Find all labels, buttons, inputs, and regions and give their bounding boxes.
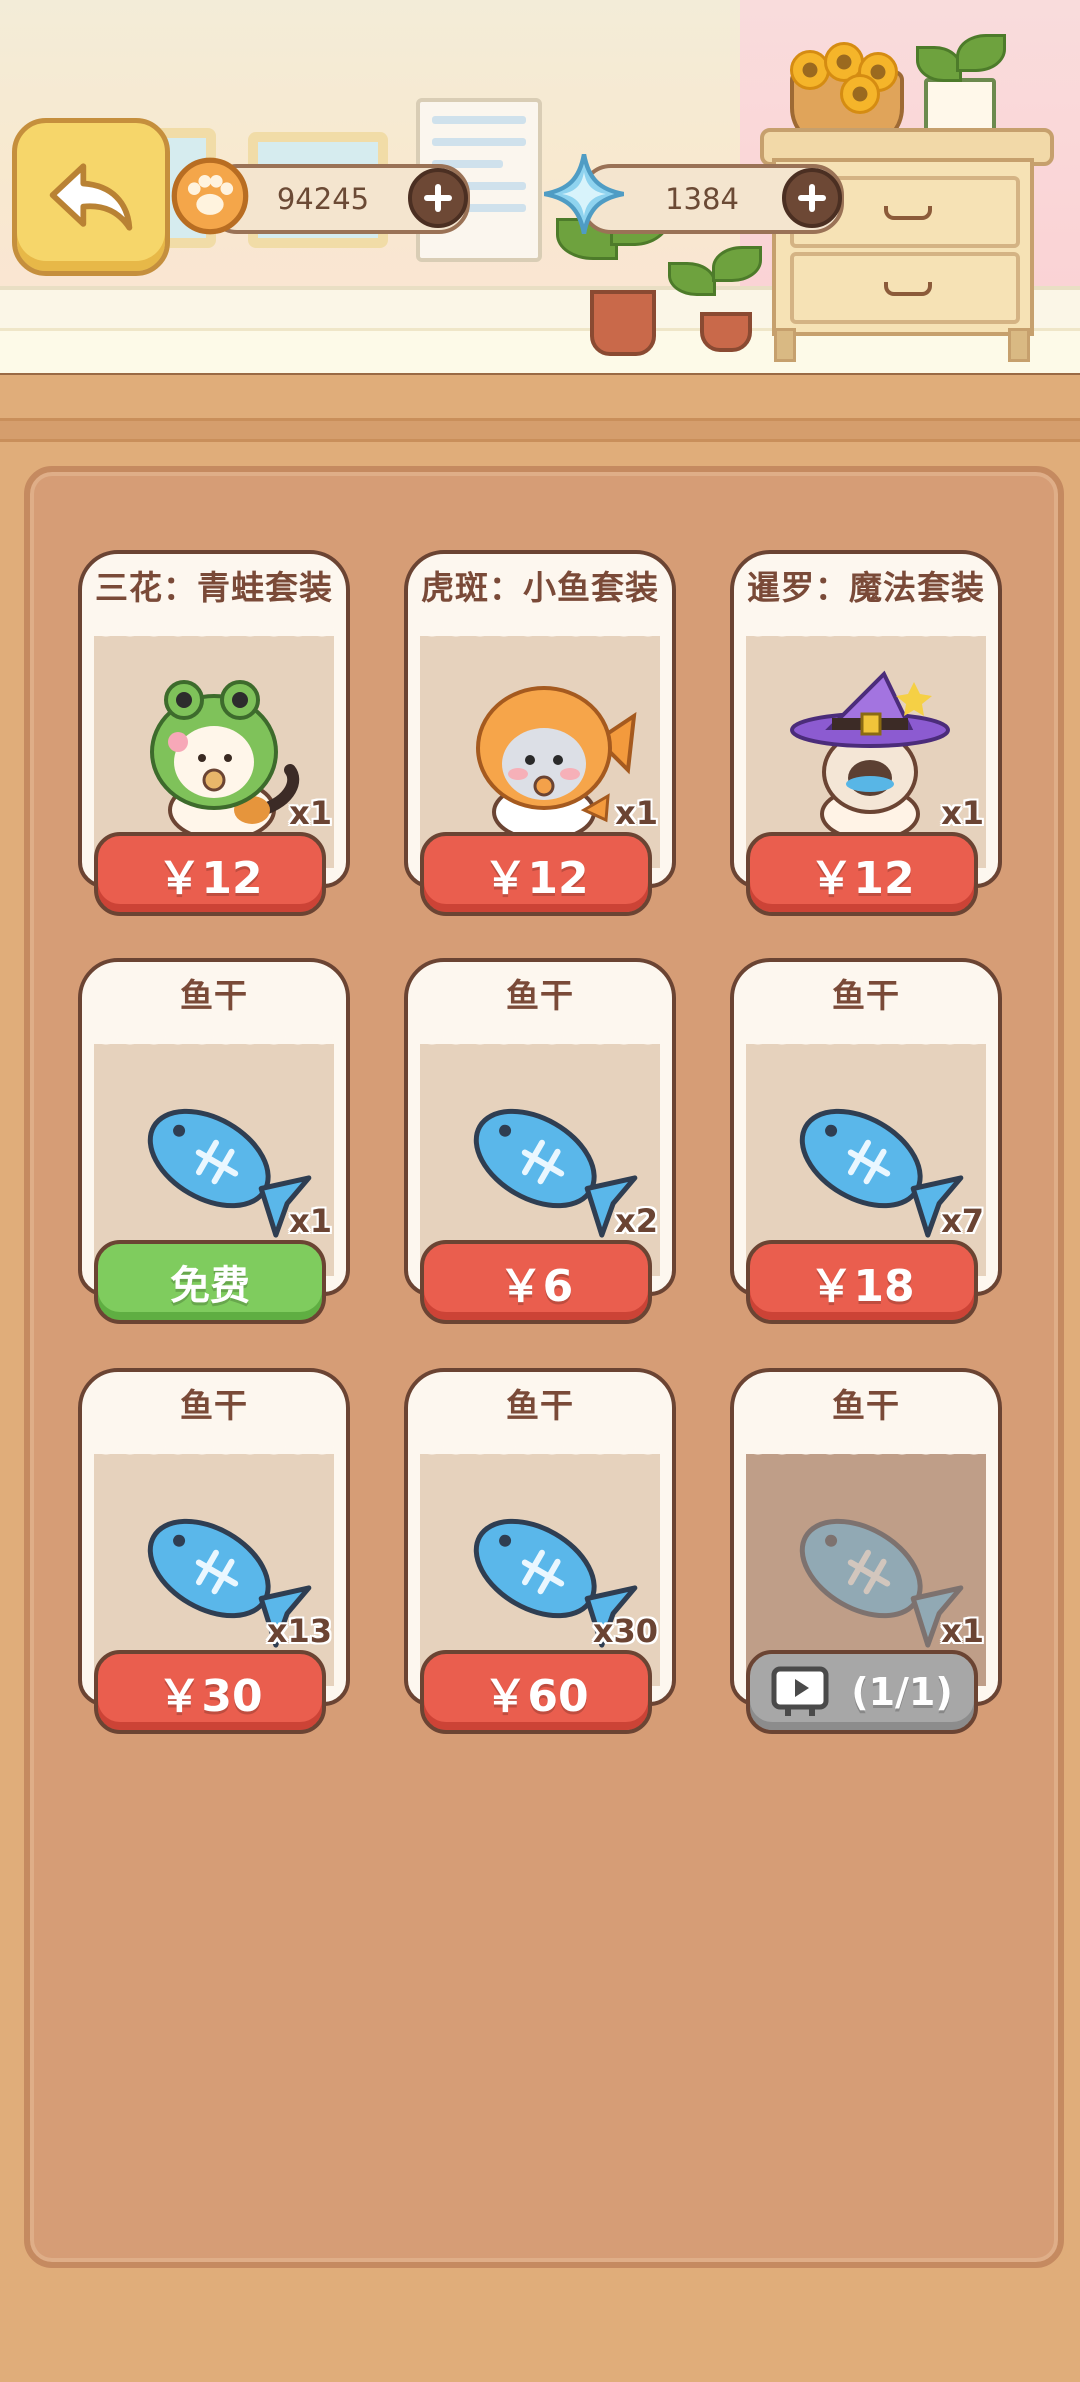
price-label: ￥12 xyxy=(157,853,263,904)
buy-button[interactable]: ￥30 xyxy=(94,1650,326,1734)
add-paw-coins-button[interactable] xyxy=(408,168,468,228)
buy-button[interactable]: ￥12 xyxy=(420,832,652,916)
price-label: ￥60 xyxy=(483,1671,589,1722)
watch-ad-button[interactable]: (1/1) xyxy=(746,1650,978,1734)
item-quantity: x1 xyxy=(941,794,984,832)
dried-fish-icon xyxy=(473,1108,638,1238)
price-label: ￥18 xyxy=(809,1261,915,1312)
back-button[interactable] xyxy=(12,118,170,276)
buy-button[interactable]: ￥12 xyxy=(746,832,978,916)
section-divider xyxy=(0,418,1080,442)
frog-costume-cat-icon xyxy=(150,680,300,842)
price-label: 免费 xyxy=(170,1263,250,1309)
ad-count-label: (1/1) xyxy=(851,1670,953,1714)
price-label: ￥12 xyxy=(483,853,589,904)
paw-coin-value: 94245 xyxy=(276,182,370,216)
item-quantity: x1 xyxy=(615,794,658,832)
item-quantity: x2 xyxy=(615,1202,658,1240)
price-label: ￥6 xyxy=(498,1261,574,1312)
item-quantity: x13 xyxy=(266,1612,332,1650)
video-ad-icon xyxy=(771,1666,829,1716)
back-arrow-icon xyxy=(49,163,133,231)
fish-costume-cat-icon xyxy=(476,686,637,842)
paw-coin-icon xyxy=(168,154,252,238)
item-quantity: x30 xyxy=(592,1612,658,1650)
gem-icon xyxy=(540,150,628,238)
item-title: 暹罗：魔法套装 xyxy=(747,568,985,607)
gem-value: 1384 xyxy=(665,182,739,216)
item-quantity: x1 xyxy=(289,1202,332,1240)
buy-button[interactable]: ￥12 xyxy=(94,832,326,916)
item-title: 鱼干 xyxy=(832,1386,900,1425)
buy-button[interactable]: ￥18 xyxy=(746,1240,978,1324)
item-title: 鱼干 xyxy=(832,976,900,1015)
item-title: 鱼干 xyxy=(180,976,248,1015)
item-quantity: x7 xyxy=(941,1202,984,1240)
item-title: 鱼干 xyxy=(506,1386,574,1425)
item-title: 虎斑：小鱼套装 xyxy=(421,568,659,607)
sunflower xyxy=(840,74,880,114)
buy-button[interactable]: ￥6 xyxy=(420,1240,652,1324)
dresser xyxy=(760,128,1054,362)
dried-fish-icon xyxy=(147,1108,312,1238)
dried-fish-icon xyxy=(799,1108,964,1238)
item-title: 鱼干 xyxy=(506,976,574,1015)
item-quantity: x1 xyxy=(941,1612,984,1650)
magic-costume-cat-icon xyxy=(790,670,950,842)
buy-button[interactable]: ￥60 xyxy=(420,1650,652,1734)
dried-fish-icon xyxy=(799,1518,964,1648)
price-label: ￥12 xyxy=(809,853,915,904)
free-claim-button[interactable]: 免费 xyxy=(94,1240,326,1324)
price-label: ￥30 xyxy=(157,1671,263,1722)
add-gems-button[interactable] xyxy=(782,168,842,228)
item-title: 三花：青蛙套装 xyxy=(95,568,333,607)
item-quantity: x1 xyxy=(289,794,332,832)
item-title: 鱼干 xyxy=(180,1386,248,1425)
